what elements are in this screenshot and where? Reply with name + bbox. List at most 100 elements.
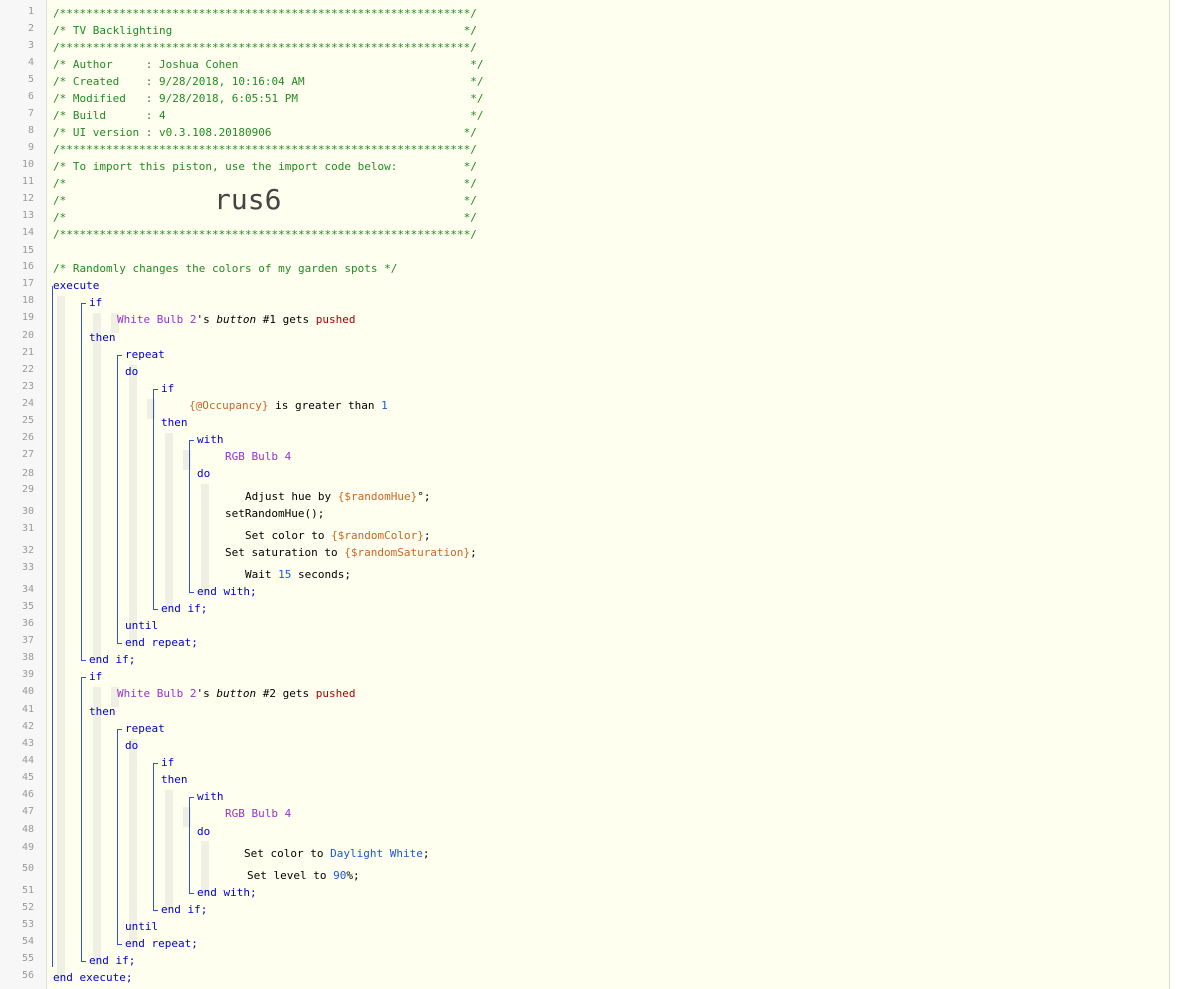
header-author: /* Author : Joshua Cohen */ [53, 58, 484, 71]
line-number: 35 [21, 601, 34, 612]
line-number: 7 [27, 108, 34, 119]
line-number: 27 [21, 449, 34, 460]
kw-execute[interactable]: execute [53, 277, 99, 294]
kw-if[interactable]: if [161, 380, 174, 397]
line-number: 5 [27, 74, 34, 85]
header-modified: /* Modified : 9/28/2018, 6:05:51 PM */ [53, 92, 484, 105]
line-number: 3 [27, 40, 34, 51]
end-if[interactable]: end if; [161, 600, 207, 617]
line-number: 40 [21, 686, 34, 697]
line-number: 9 [27, 142, 34, 153]
line-number: 56 [21, 970, 34, 981]
header-border: /***************************************… [53, 228, 477, 241]
action-wait[interactable]: Wait 15 seconds; [245, 566, 351, 583]
header-title: /* TV Backlighting */ [53, 24, 477, 37]
line-number: 25 [21, 415, 34, 426]
condition-occupancy[interactable]: {@Occupancy} is greater than 1 [189, 397, 388, 414]
line-number: 11 [21, 176, 34, 187]
header-border: /***************************************… [53, 41, 477, 54]
kw-then[interactable]: then [161, 414, 188, 431]
line-number: 32 [21, 545, 34, 556]
kw-repeat[interactable]: repeat [125, 720, 165, 737]
kw-until[interactable]: until [125, 617, 158, 634]
action-set-color-daylight[interactable]: Set color to Daylight White; [244, 845, 429, 862]
end-if[interactable]: end if; [89, 952, 135, 969]
line-number: 22 [21, 364, 34, 375]
line-number: 23 [21, 381, 34, 392]
kw-do[interactable]: do [197, 823, 210, 840]
device-rgb[interactable]: RGB Bulb 4 [225, 448, 291, 465]
end-if[interactable]: end if; [161, 901, 207, 918]
line-number: 46 [21, 789, 34, 800]
line-number: 39 [21, 669, 34, 680]
line-number: 18 [21, 295, 34, 306]
line-number: 10 [21, 159, 34, 170]
line-number: 36 [21, 618, 34, 629]
action-set-random-hue[interactable]: setRandomHue(); [225, 505, 324, 522]
end-repeat[interactable]: end repeat; [125, 634, 198, 651]
kw-do[interactable]: do [197, 465, 210, 482]
line-number: 12 [21, 193, 34, 204]
header-border: /***************************************… [53, 143, 477, 156]
line-number: 50 [21, 863, 34, 874]
line-number: 47 [21, 806, 34, 817]
line-number: 17 [21, 278, 34, 289]
kw-repeat[interactable]: repeat [125, 346, 165, 363]
line-number: 37 [21, 635, 34, 646]
kw-with[interactable]: with [197, 788, 224, 805]
line-number: 44 [21, 755, 34, 766]
line-number: 45 [21, 772, 34, 783]
condition-button-1[interactable]: White Bulb 2's button #1 gets pushed [117, 311, 355, 328]
code-content: /***************************************… [47, 0, 1170, 989]
line-number: 29 [21, 484, 34, 495]
line-number: 2 [27, 23, 34, 34]
line-number: 24 [21, 398, 34, 409]
line-number: 33 [21, 562, 34, 573]
line-number: 14 [21, 227, 34, 238]
line-number: 30 [21, 506, 34, 517]
line-number: 42 [21, 721, 34, 732]
kw-then[interactable]: then [89, 329, 116, 346]
kw-do[interactable]: do [125, 363, 138, 380]
line-number: 38 [21, 652, 34, 663]
action-adjust-hue[interactable]: Adjust hue by {$randomHue}°; [245, 488, 430, 505]
line-number: 4 [27, 57, 34, 68]
line-number: 53 [21, 919, 34, 930]
kw-then[interactable]: then [161, 771, 188, 788]
end-if[interactable]: end if; [89, 651, 135, 668]
device-name: White Bulb 2 [117, 313, 197, 326]
action-set-saturation[interactable]: Set saturation to {$randomSaturation}; [225, 544, 477, 561]
end-with[interactable]: end with; [197, 884, 257, 901]
line-number: 6 [27, 91, 34, 102]
end-execute[interactable]: end execute; [53, 969, 132, 986]
kw-with[interactable]: with [197, 431, 224, 448]
line-number: 26 [21, 432, 34, 443]
line-number: 43 [21, 738, 34, 749]
end-with[interactable]: end with; [197, 583, 257, 600]
header-ui-version: /* UI version : v0.3.108.20180906 */ [53, 126, 477, 139]
script-description: /* Randomly changes the colors of my gar… [53, 262, 398, 275]
line-number: 48 [21, 824, 34, 835]
kw-until[interactable]: until [125, 918, 158, 935]
line-number: 41 [21, 704, 34, 715]
line-number: 21 [21, 347, 34, 358]
line-number: 54 [21, 936, 34, 947]
kw-do[interactable]: do [125, 737, 138, 754]
device-name: White Bulb 2 [117, 687, 197, 700]
line-number: 34 [21, 584, 34, 595]
kw-if[interactable]: if [89, 668, 102, 685]
line-number: 8 [27, 125, 34, 136]
line-number: 19 [21, 312, 34, 323]
condition-button-2[interactable]: White Bulb 2's button #2 gets pushed [117, 685, 355, 702]
action-set-color[interactable]: Set color to {$randomColor}; [245, 527, 430, 544]
kw-if[interactable]: if [89, 294, 102, 311]
header-build: /* Build : 4 */ [53, 109, 484, 122]
device-rgb[interactable]: RGB Bulb 4 [225, 805, 291, 822]
end-repeat[interactable]: end repeat; [125, 935, 198, 952]
line-number: 20 [21, 330, 34, 341]
kw-then[interactable]: then [89, 703, 116, 720]
action-set-level[interactable]: Set level to 90%; [247, 867, 360, 884]
line-number: 16 [21, 261, 34, 272]
kw-if[interactable]: if [161, 754, 174, 771]
code-editor: 1 2 3 4 5 6 7 8 9 10 11 12 13 14 15 16 17 18 19 20 21 22 23 24 2… [0, 0, 1170, 989]
